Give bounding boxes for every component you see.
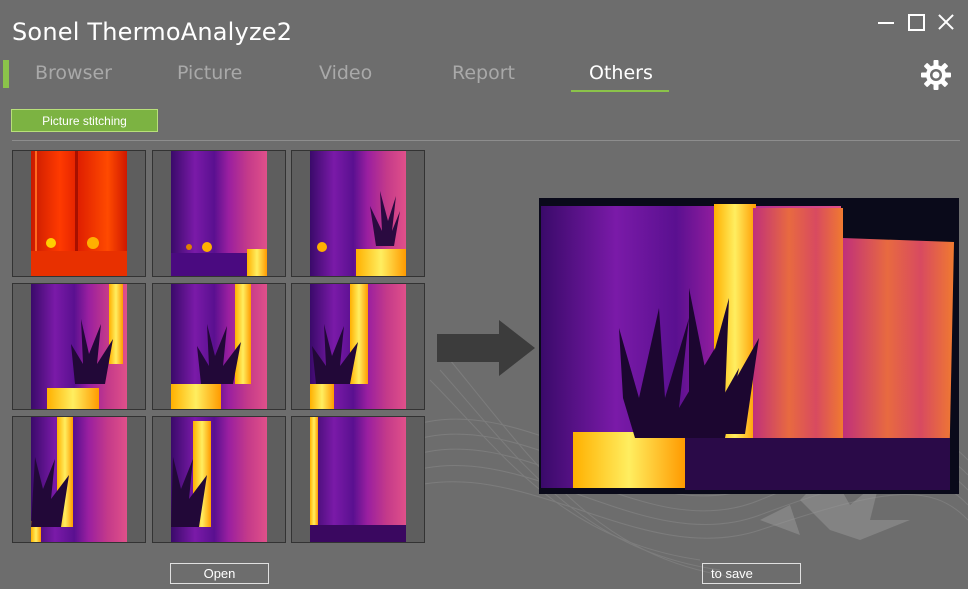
tab-picture[interactable]: Picture — [177, 62, 242, 84]
thumbnail-7[interactable] — [12, 416, 146, 543]
thermal-image-4 — [31, 284, 127, 409]
main-tabs: Browser Picture Video Report Others — [0, 62, 700, 92]
thumbnail-9[interactable] — [291, 416, 425, 543]
tab-others[interactable]: Others — [589, 62, 653, 84]
thumbnail-3[interactable] — [291, 150, 425, 277]
open-button[interactable]: Open — [170, 563, 269, 584]
stitched-result-image — [539, 198, 959, 494]
thermal-image-6 — [310, 284, 406, 409]
thermal-image-3 — [310, 151, 406, 276]
thermal-image-2 — [171, 151, 267, 276]
app-title: Sonel ThermoAnalyze2 — [12, 18, 293, 46]
thermal-image-5 — [171, 284, 267, 409]
save-button[interactable]: to save — [702, 563, 801, 584]
app-window: Sonel ThermoAnalyze2 Browser Picture Vid… — [0, 0, 968, 589]
gear-icon[interactable] — [920, 59, 952, 91]
tab-browser[interactable]: Browser — [35, 62, 112, 84]
thumbnail-6[interactable] — [291, 283, 425, 410]
tab-report[interactable]: Report — [452, 62, 515, 84]
tab-video[interactable]: Video — [319, 62, 372, 84]
source-images-grid — [12, 150, 428, 544]
minimize-icon[interactable] — [876, 12, 896, 32]
thermal-image-7 — [31, 417, 127, 542]
header-divider — [12, 140, 960, 141]
maximize-icon[interactable] — [906, 12, 926, 32]
close-icon[interactable] — [936, 12, 956, 32]
thumbnail-4[interactable] — [12, 283, 146, 410]
thermal-image-1 — [31, 151, 127, 276]
thumbnail-2[interactable] — [152, 150, 286, 277]
thermal-image-8 — [171, 417, 267, 542]
thumbnail-5[interactable] — [152, 283, 286, 410]
active-tab-underline — [571, 90, 669, 92]
picture-stitching-button[interactable]: Picture stitching — [11, 109, 158, 132]
thumbnail-1[interactable] — [12, 150, 146, 277]
window-controls — [876, 12, 956, 32]
arrow-right-icon — [437, 320, 535, 376]
thumbnail-8[interactable] — [152, 416, 286, 543]
thermal-image-9 — [310, 417, 406, 542]
